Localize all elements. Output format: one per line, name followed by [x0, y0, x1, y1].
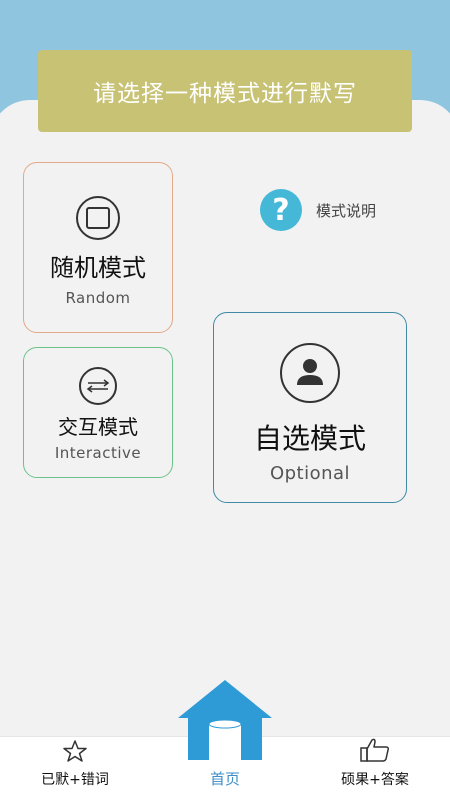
random-mode-title: 随机模式 [50, 254, 146, 282]
thumbs-up-icon [360, 738, 389, 762]
home-icon[interactable] [178, 680, 272, 760]
user-avatar-icon [280, 343, 340, 403]
page-title-banner: 请选择一种模式进行默写 [38, 50, 412, 132]
mode-help-label: 模式说明 [316, 201, 377, 220]
page-title: 请选择一种模式进行默写 [93, 81, 357, 107]
swap-arrows-icon [79, 367, 117, 405]
question-mark-icon[interactable]: ? [260, 189, 302, 231]
tab-completed-label: 已默+错词 [41, 772, 109, 788]
random-mode-card[interactable]: 随机模式 Random [23, 162, 173, 333]
interactive-mode-card[interactable]: 交互模式 Interactive [23, 347, 173, 478]
mode-help-link[interactable]: ? 模式说明 [260, 189, 376, 231]
square-icon [76, 196, 120, 240]
tab-completed-wrong-words[interactable]: 已默+错词 [20, 737, 130, 801]
interactive-mode-subtitle: Interactive [54, 444, 142, 462]
star-icon [63, 740, 87, 762]
interactive-mode-title: 交互模式 [58, 415, 138, 439]
optional-mode-subtitle: Optional [269, 463, 351, 484]
random-mode-subtitle: Random [65, 289, 131, 307]
tab-home-label: 首页 [209, 770, 240, 788]
tab-results-answers[interactable]: 硕果+答案 [320, 737, 430, 801]
optional-mode-card[interactable]: 自选模式 Optional [213, 312, 407, 503]
tab-results-label: 硕果+答案 [341, 772, 409, 788]
optional-mode-title: 自选模式 [253, 422, 366, 455]
